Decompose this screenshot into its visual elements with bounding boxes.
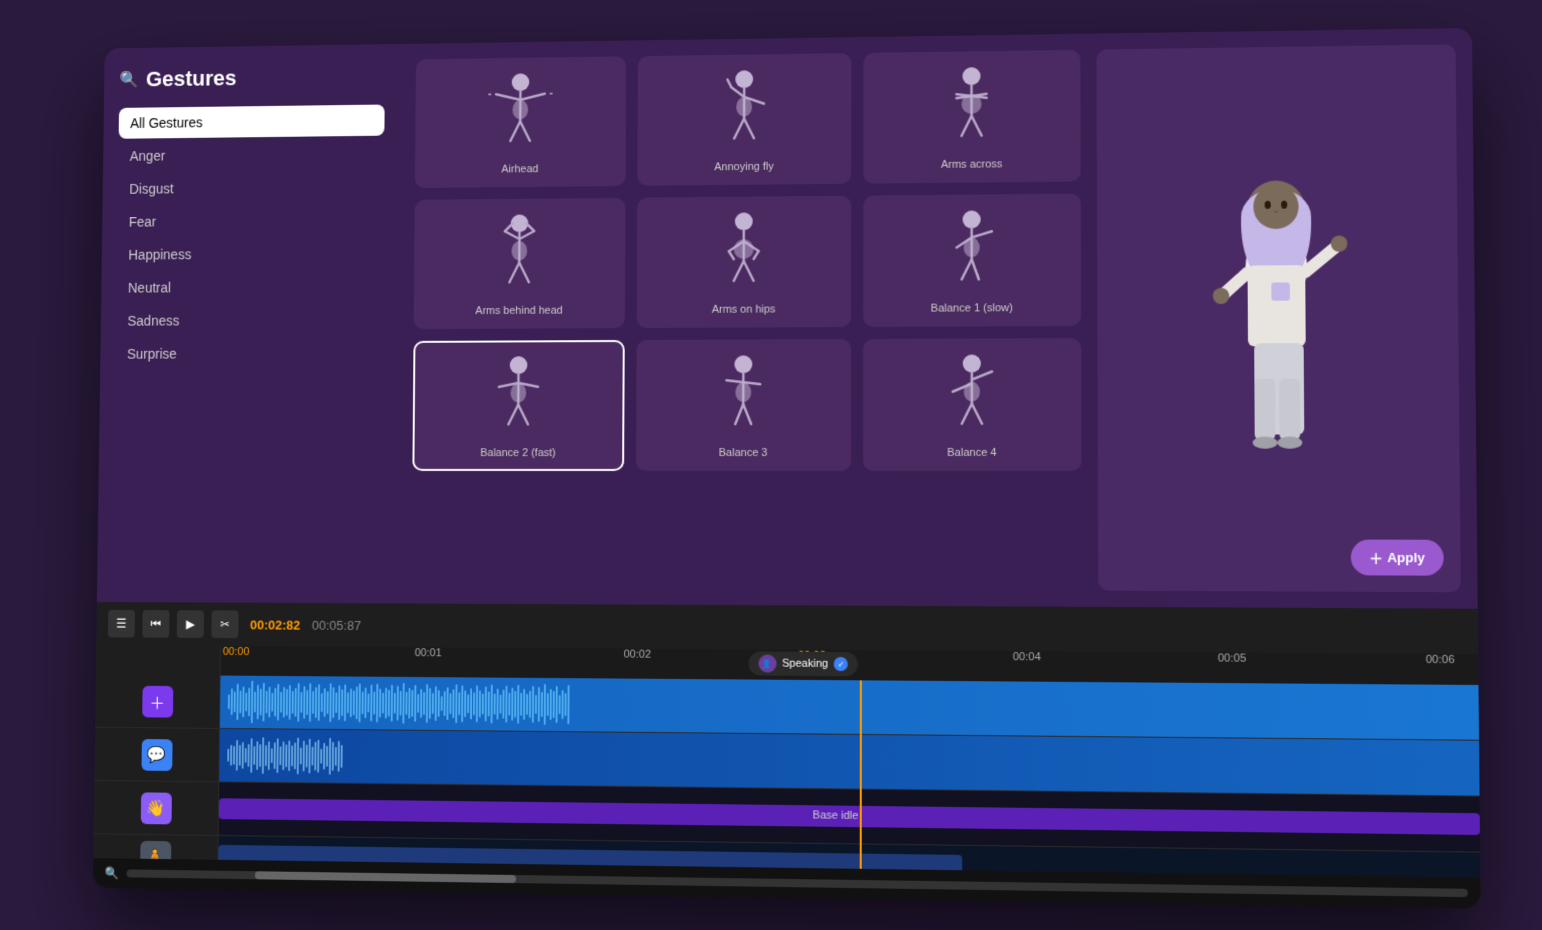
gesture-card-balance-1[interactable]: Balance 1 (slow) bbox=[863, 194, 1081, 327]
gesture-card-balance-2[interactable]: Balance 2 (fast) bbox=[412, 340, 624, 471]
category-surprise[interactable]: Surprise bbox=[115, 337, 382, 369]
menu-button[interactable]: ☰ bbox=[108, 610, 135, 638]
gesture-figure-arms-across bbox=[875, 62, 1068, 154]
playhead bbox=[859, 680, 861, 869]
gesture-label-balance-1: Balance 1 (slow) bbox=[931, 302, 1013, 314]
add-track-button[interactable]: ＋ bbox=[142, 685, 173, 717]
chat-track-button[interactable]: 💬 bbox=[141, 739, 172, 771]
category-disgust[interactable]: Disgust bbox=[118, 171, 384, 205]
avatar-preview-panel: ＋ Apply bbox=[1097, 44, 1461, 592]
ruler-mark-1: 00:01 bbox=[415, 647, 442, 659]
ruler-mark-0: 00:00 bbox=[223, 646, 250, 658]
speaking-label: Speaking bbox=[782, 658, 828, 670]
gesture-label-arms-on-hips: Arms on hips bbox=[712, 304, 776, 316]
scrollbar-thumb[interactable] bbox=[255, 871, 516, 883]
gesture-card-annoying-fly[interactable]: Annoying fly bbox=[637, 53, 851, 186]
panel-title: Gestures bbox=[146, 66, 237, 92]
search-icon: 🔍 bbox=[119, 70, 138, 90]
skip-back-button[interactable]: ⏮ bbox=[142, 610, 169, 638]
gesture-card-arms-across[interactable]: Arms across bbox=[863, 50, 1080, 184]
play-button[interactable]: ▶ bbox=[177, 610, 204, 638]
category-anger[interactable]: Anger bbox=[118, 138, 384, 172]
ruler-mark-2: 00:02 bbox=[624, 649, 651, 661]
gesture-label-airhead: Airhead bbox=[501, 163, 538, 175]
category-list: All Gestures Anger Disgust Fear Happines… bbox=[115, 105, 384, 370]
main-screen: 🔍 Gestures All Gestures Anger Disgust Fe… bbox=[93, 28, 1481, 909]
gesture-label-arms-behind-head: Arms behind head bbox=[475, 305, 562, 317]
gesture-card-arms-on-hips[interactable]: Arms on hips bbox=[637, 196, 852, 328]
speaking-chip: 👤 Speaking ✓ bbox=[748, 651, 858, 676]
gesture-card-airhead[interactable]: Airhead bbox=[415, 56, 626, 188]
category-neutral[interactable]: Neutral bbox=[116, 270, 383, 303]
category-all[interactable]: All Gestures bbox=[119, 105, 385, 139]
track-icon-col-audio: ＋ bbox=[95, 675, 220, 728]
gestures-header: 🔍 Gestures bbox=[119, 64, 385, 93]
gesture-label-annoying-fly: Annoying fly bbox=[714, 161, 773, 173]
ruler-mark-5: 00:05 bbox=[1218, 652, 1247, 664]
ruler-mark-4: 00:04 bbox=[1013, 651, 1041, 663]
gesture-figure-balance-4 bbox=[875, 350, 1069, 441]
gesture-figure-arms-on-hips bbox=[649, 208, 840, 299]
gesture-label-balance-2: Balance 2 (fast) bbox=[480, 447, 556, 459]
top-panel: 🔍 Gestures All Gestures Anger Disgust Fe… bbox=[97, 28, 1478, 609]
gesture-figure-balance-1 bbox=[875, 206, 1069, 297]
gesture-label-balance-3: Balance 3 bbox=[719, 447, 768, 459]
gesture-card-balance-3[interactable]: Balance 3 bbox=[636, 339, 851, 471]
current-time: 00:02:82 bbox=[250, 617, 300, 632]
gesture-figure-annoying-fly bbox=[649, 65, 839, 156]
apply-label: Apply bbox=[1387, 550, 1425, 565]
category-happiness[interactable]: Happiness bbox=[117, 237, 384, 270]
apply-button[interactable]: ＋ Apply bbox=[1351, 540, 1444, 576]
check-badge: ✓ bbox=[834, 657, 848, 671]
gesture-label-balance-4: Balance 4 bbox=[947, 447, 997, 459]
category-sadness[interactable]: Sadness bbox=[116, 304, 383, 337]
track-icon-col-chat: 💬 bbox=[94, 728, 220, 782]
total-time: 00:05:87 bbox=[312, 617, 361, 632]
gesture-figure-airhead bbox=[427, 68, 615, 158]
gestures-panel: 🔍 Gestures All Gestures Anger Disgust Fe… bbox=[97, 44, 401, 603]
apply-icon: ＋ bbox=[1369, 548, 1383, 567]
tool-button[interactable]: ✂ bbox=[211, 610, 238, 638]
gesture-label-arms-across: Arms across bbox=[941, 158, 1003, 171]
gesture-figure-balance-3 bbox=[648, 351, 839, 441]
timeline-tracks: ＋ 💬 bbox=[93, 675, 1480, 878]
gesture-track-button[interactable]: 👋 bbox=[140, 792, 171, 824]
gesture-figure-balance-2 bbox=[424, 352, 613, 441]
category-fear[interactable]: Fear bbox=[117, 204, 384, 237]
speaking-avatar-icon: 👤 bbox=[758, 654, 776, 672]
base-idle-block: Base idle bbox=[219, 798, 1480, 835]
track-icon-col-gesture: 👋 bbox=[94, 781, 220, 835]
avatar-svg bbox=[1183, 135, 1371, 500]
bottom-search-icon: 🔍 bbox=[104, 866, 119, 880]
gesture-grid-panel: Airhead bbox=[396, 34, 1099, 607]
gesture-card-arms-behind-head[interactable]: Arms behind head bbox=[414, 198, 626, 329]
timeline-section: ☰ ⏮ ▶ ✂ 00:02:82 00:05:87 00:00 00:01 00… bbox=[93, 602, 1481, 909]
ruler-mark-6: 00:06 bbox=[1426, 654, 1455, 667]
gesture-card-balance-4[interactable]: Balance 4 bbox=[863, 338, 1082, 471]
gesture-grid: Airhead bbox=[412, 50, 1081, 471]
gesture-figure-arms-behind-head bbox=[426, 210, 614, 300]
